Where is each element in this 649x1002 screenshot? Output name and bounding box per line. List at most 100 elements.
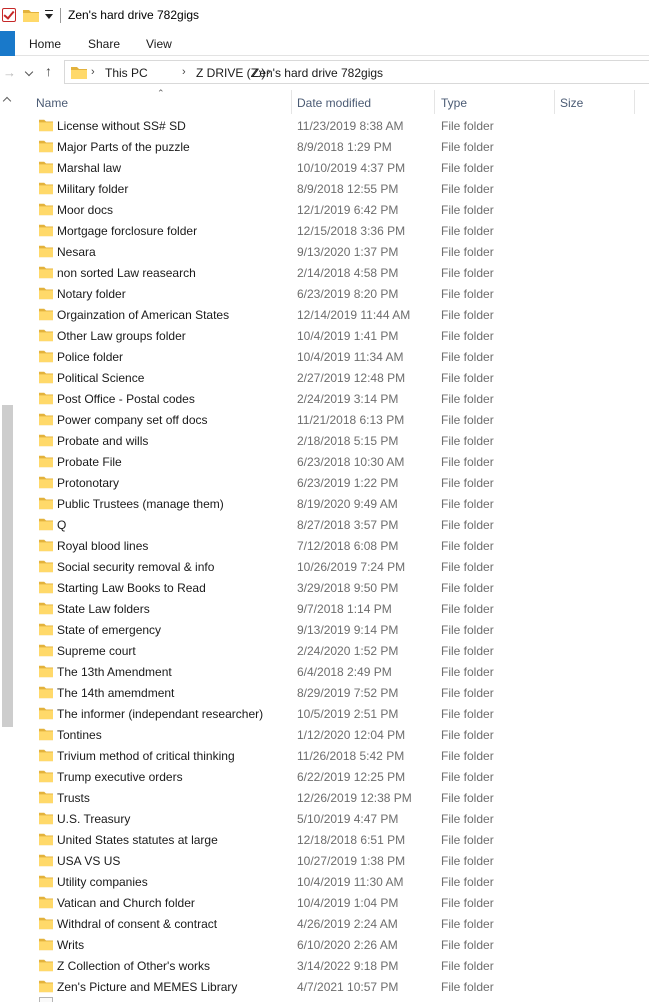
column-divider[interactable]	[554, 90, 555, 114]
file-row[interactable]: United States statutes at large 12/18/201…	[15, 829, 649, 850]
folder-icon	[39, 349, 53, 366]
tab-home[interactable]: Home	[29, 37, 61, 51]
column-header-type[interactable]: Type	[441, 96, 467, 110]
file-row[interactable]: Nesara 9/13/2020 1:37 PM File folder	[15, 241, 649, 262]
column-divider[interactable]	[291, 90, 292, 114]
file-type: File folder	[441, 917, 494, 931]
up-arrow-icon[interactable]: ↑	[45, 63, 52, 79]
chevron-right-icon[interactable]: ›	[182, 66, 186, 78]
file-type: File folder	[441, 266, 494, 280]
file-date-modified: 12/1/2019 6:42 PM	[297, 203, 399, 217]
file-row[interactable]: Social security removal & info 10/26/2019…	[15, 556, 649, 577]
file-row[interactable]: non sorted Law reasearch 2/14/2018 4:58 P…	[15, 262, 649, 283]
column-header-size[interactable]: Size	[560, 96, 583, 110]
file-row[interactable]: Z Collection of Other's works 3/14/2022 9…	[15, 955, 649, 976]
folder-icon	[39, 475, 53, 492]
column-divider[interactable]	[434, 90, 435, 114]
file-row[interactable]: Marshal law 10/10/2019 4:37 PM File folder	[15, 157, 649, 178]
folder-icon	[39, 979, 53, 996]
file-name: Royal blood lines	[57, 539, 149, 553]
file-row[interactable]: Moor docs 12/1/2019 6:42 PM File folder	[15, 199, 649, 220]
file-name: The informer (independant researcher)	[57, 707, 264, 721]
new-folder-icon[interactable]	[23, 8, 39, 25]
folder-icon	[39, 937, 53, 954]
file-type: File folder	[441, 119, 494, 133]
file-row[interactable]: Q 8/27/2018 3:57 PM File folder	[15, 514, 649, 535]
file-row[interactable]: Vatican and Church folder 10/4/2019 1:04 …	[15, 892, 649, 913]
column-header-name[interactable]: Name	[36, 96, 68, 110]
breadcrumb-this-pc[interactable]: This PC	[105, 66, 148, 80]
vertical-scrollbar[interactable]	[0, 88, 15, 1002]
file-date-modified: 10/4/2019 1:04 PM	[297, 896, 399, 910]
file-row[interactable]: Withdral of consent & contract 4/26/2019 …	[15, 913, 649, 934]
recent-locations-chevron-icon[interactable]	[24, 64, 36, 76]
file-row[interactable]: Notary folder 6/23/2019 8:20 PM File folde…	[15, 283, 649, 304]
folder-icon	[39, 391, 53, 408]
file-row[interactable]: Writs 6/10/2020 2:26 AM File folder	[15, 934, 649, 955]
file-type: File folder	[441, 896, 494, 910]
column-divider[interactable]	[634, 90, 635, 114]
file-row[interactable]: Zen's Picture and MEMES Library 4/7/2021 …	[15, 976, 649, 997]
file-row[interactable]: Probate and wills 2/18/2018 5:15 PM File f…	[15, 430, 649, 451]
file-list: License without SS# SD 11/23/2019 8:38 AM…	[15, 115, 649, 997]
file-row[interactable]: The informer (independant researcher) 10/…	[15, 703, 649, 724]
folder-icon	[39, 622, 53, 639]
scroll-up-arrow-icon[interactable]	[3, 96, 11, 104]
folder-icon	[39, 790, 53, 807]
file-tab[interactable]	[0, 31, 15, 56]
folder-icon	[39, 580, 53, 597]
file-row[interactable]: Trivium method of critical thinking 11/26…	[15, 745, 649, 766]
column-header-date[interactable]: Date modified	[297, 96, 371, 110]
file-row[interactable]: Supreme court 2/24/2020 1:52 PM File folde…	[15, 640, 649, 661]
customize-toolbar-dropdown-icon[interactable]	[43, 10, 55, 22]
file-row[interactable]: Tontines 1/12/2020 12:04 PM File folder	[15, 724, 649, 745]
address-bar[interactable]: › This PC › Z DRIVE (Z:) › Zen's hard dr…	[64, 60, 649, 84]
file-row[interactable]: Protonotary 6/23/2019 1:22 PM File folder	[15, 472, 649, 493]
file-row[interactable]: Major Parts of the puzzle 8/9/2018 1:29 P…	[15, 136, 649, 157]
file-date-modified: 4/7/2021 10:57 PM	[297, 980, 399, 994]
file-row[interactable]: Trusts 12/26/2019 12:38 PM File folder	[15, 787, 649, 808]
file-row[interactable]: Public Trustees (manage them) 8/19/2020 9…	[15, 493, 649, 514]
file-name: Trivium method of critical thinking	[57, 749, 235, 763]
file-row[interactable]: Mortgage forclosure folder 12/15/2018 3:3…	[15, 220, 649, 241]
file-row[interactable]: State of emergency 9/13/2019 9:14 PM File …	[15, 619, 649, 640]
file-row[interactable]: Post Office - Postal codes 2/24/2019 3:14…	[15, 388, 649, 409]
file-row[interactable]: Starting Law Books to Read 3/29/2018 9:50…	[15, 577, 649, 598]
file-date-modified: 3/29/2018 9:50 PM	[297, 581, 399, 595]
file-row[interactable]: Utility companies 10/4/2019 11:30 AM File …	[15, 871, 649, 892]
file-date-modified: 11/26/2018 5:42 PM	[297, 749, 405, 763]
folder-icon	[39, 496, 53, 513]
file-row[interactable]: Trump executive orders 6/22/2019 12:25 PM…	[15, 766, 649, 787]
file-row[interactable]: Royal blood lines 7/12/2018 6:08 PM File f…	[15, 535, 649, 556]
file-date-modified: 8/27/2018 3:57 PM	[297, 518, 399, 532]
file-row[interactable]: U.S. Treasury 5/10/2019 4:47 PM File folde…	[15, 808, 649, 829]
scroll-thumb[interactable]	[2, 405, 13, 727]
file-row[interactable]: The 14th amemdment 8/29/2019 7:52 PM File …	[15, 682, 649, 703]
file-row[interactable]: Other Law groups folder 10/4/2019 1:41 PM…	[15, 325, 649, 346]
forward-arrow-icon[interactable]: →	[3, 65, 16, 80]
tab-view[interactable]: View	[146, 37, 172, 51]
file-type: File folder	[441, 518, 494, 532]
file-row[interactable]: Political Science 2/27/2019 12:48 PM File …	[15, 367, 649, 388]
file-row[interactable]: State Law folders 9/7/2018 1:14 PM File fo…	[15, 598, 649, 619]
file-row[interactable]: The 13th Amendment 6/4/2018 2:49 PM File f…	[15, 661, 649, 682]
file-type: File folder	[441, 371, 494, 385]
tab-share[interactable]: Share	[88, 37, 120, 51]
chevron-right-icon[interactable]: ›	[91, 66, 95, 78]
folder-icon	[39, 307, 53, 324]
file-row[interactable]: Power company set off docs 11/21/2018 6:1…	[15, 409, 649, 430]
breadcrumb-current-folder[interactable]: Zen's hard drive 782gigs	[252, 66, 383, 80]
file-row[interactable]: USA VS US 10/27/2019 1:38 PM File folder	[15, 850, 649, 871]
properties-check-icon[interactable]	[2, 8, 16, 22]
file-name: Withdral of consent & contract	[57, 917, 218, 931]
file-name: Writs	[57, 938, 85, 952]
file-name: State of emergency	[57, 623, 162, 637]
folder-icon	[39, 727, 53, 744]
file-row[interactable]: Police folder 10/4/2019 11:34 AM File fold…	[15, 346, 649, 367]
file-row[interactable]: Orgainzation of American States 12/14/201…	[15, 304, 649, 325]
file-row[interactable]: License without SS# SD 11/23/2019 8:38 AM…	[15, 115, 649, 136]
file-date-modified: 6/23/2019 8:20 PM	[297, 287, 399, 301]
file-row[interactable]: Military folder 8/9/2018 12:55 PM File fol…	[15, 178, 649, 199]
file-type: File folder	[441, 434, 494, 448]
file-row[interactable]: Probate File 6/23/2018 10:30 AM File folde…	[15, 451, 649, 472]
